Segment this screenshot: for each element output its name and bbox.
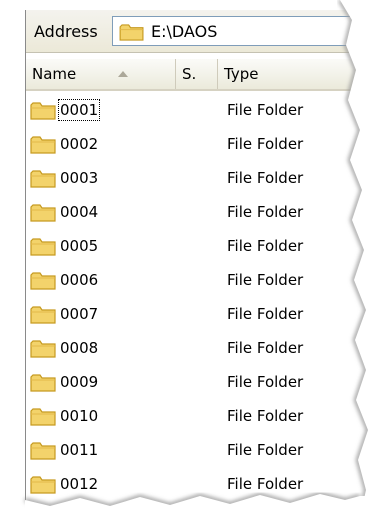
file-type: File Folder — [227, 101, 304, 119]
file-type: File Folder — [227, 169, 304, 187]
column-header-type[interactable]: Type — [218, 59, 366, 89]
file-row[interactable]: 0004 File Folder — [26, 196, 366, 230]
folder-icon — [30, 136, 56, 154]
file-type: File Folder — [227, 407, 304, 425]
file-row[interactable]: 0001 File Folder — [26, 94, 366, 128]
file-name: 0012 — [60, 475, 99, 493]
file-list: 0001 File Folder 0002 File Folder 0003 F… — [26, 94, 366, 502]
file-type: File Folder — [227, 305, 304, 323]
file-type: File Folder — [227, 339, 304, 357]
sort-ascending-icon — [118, 71, 128, 77]
folder-icon — [30, 374, 56, 392]
folder-icon — [30, 442, 56, 460]
file-row[interactable]: 0006 File Folder — [26, 264, 366, 298]
file-name: 0011 — [60, 441, 99, 459]
file-row[interactable]: 0009 File Folder — [26, 366, 366, 400]
file-type: File Folder — [227, 441, 304, 459]
folder-icon — [30, 238, 56, 256]
file-row[interactable]: 0002 File Folder — [26, 128, 366, 162]
file-name: 0004 — [60, 203, 99, 221]
file-name: 0001 — [57, 99, 101, 121]
file-name: 0007 — [60, 305, 99, 323]
file-type: File Folder — [227, 135, 304, 153]
folder-icon — [30, 476, 56, 494]
column-header-type-label: Type — [224, 65, 259, 83]
file-row[interactable]: 0008 File Folder — [26, 332, 366, 366]
file-type: File Folder — [227, 271, 304, 289]
folder-icon — [30, 102, 56, 120]
file-name: 0006 — [60, 271, 99, 289]
file-name: 0002 — [60, 135, 99, 153]
folder-icon — [30, 170, 56, 188]
file-row[interactable]: 0003 File Folder — [26, 162, 366, 196]
folder-icon — [30, 306, 56, 324]
file-type: File Folder — [227, 373, 304, 391]
file-row[interactable]: 0005 File Folder — [26, 230, 366, 264]
column-header-size[interactable]: S. — [176, 59, 218, 89]
explorer-window: Address E:\DAOS Name S. Type 0001 File F… — [25, 10, 366, 515]
address-bar: Address E:\DAOS — [26, 10, 366, 53]
folder-icon — [30, 204, 56, 222]
column-header-name[interactable]: Name — [26, 59, 176, 89]
file-name: 0008 — [60, 339, 99, 357]
column-header-name-label: Name — [32, 65, 77, 83]
folder-icon — [119, 24, 144, 41]
folder-icon — [30, 340, 56, 358]
file-name: 0003 — [60, 169, 99, 187]
folder-icon — [30, 408, 56, 426]
file-row[interactable]: 0010 File Folder — [26, 400, 366, 434]
file-name: 0009 — [60, 373, 99, 391]
file-row[interactable]: 0011 File Folder — [26, 434, 366, 468]
file-type: File Folder — [227, 475, 304, 493]
address-label: Address — [34, 22, 98, 41]
address-path: E:\DAOS — [151, 22, 218, 41]
column-headers: Name S. Type — [26, 59, 366, 91]
folder-icon — [30, 272, 56, 290]
file-row[interactable]: 0007 File Folder — [26, 298, 366, 332]
file-name: 0010 — [60, 407, 99, 425]
file-row[interactable]: 0012 File Folder — [26, 468, 366, 502]
column-header-size-label: S. — [182, 65, 197, 83]
file-type: File Folder — [227, 237, 304, 255]
file-name: 0005 — [60, 237, 99, 255]
file-type: File Folder — [227, 203, 304, 221]
address-field[interactable]: E:\DAOS — [112, 16, 358, 46]
